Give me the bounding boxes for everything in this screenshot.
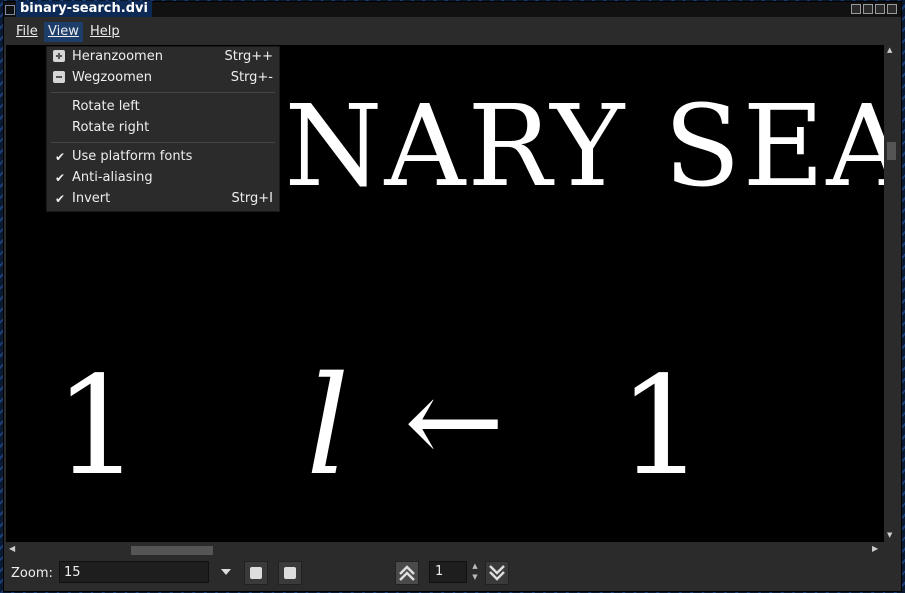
menu-view[interactable]: View	[44, 22, 83, 42]
menu-file[interactable]: File	[12, 22, 42, 42]
vertical-scrollbar[interactable]: ▲ ▼	[884, 45, 899, 542]
page-spinner[interactable]: ▲ ▼	[469, 561, 481, 583]
menu-view-label: View	[48, 24, 79, 39]
menu-item-label: Use platform fonts	[72, 149, 193, 164]
menu-item-label: Anti-aliasing	[72, 170, 153, 185]
window-title: binary-search.dvi	[16, 1, 152, 17]
maximize-button[interactable]	[875, 4, 885, 14]
menu-item-invert[interactable]: ✔ Invert Strg+I	[47, 189, 279, 209]
menu-bar: File View Help	[4, 18, 901, 45]
title-bar[interactable]: binary-search.dvi	[4, 1, 901, 17]
menu-item-label: Invert	[72, 191, 111, 206]
minimize-button[interactable]	[863, 4, 873, 14]
menu-separator	[51, 142, 275, 143]
document-variable: l	[306, 348, 350, 506]
menu-help[interactable]: Help	[86, 22, 124, 42]
scroll-up-icon[interactable]: ▲	[887, 46, 892, 54]
close-button[interactable]	[887, 4, 897, 14]
menu-item-rotate-left[interactable]: Rotate left	[47, 97, 279, 117]
menu-item-label: Heranzoomen	[72, 49, 163, 64]
menu-item-shortcut: Strg++	[224, 49, 273, 64]
app-window: binary-search.dvi File View Help BINARY …	[3, 1, 902, 592]
menu-item-rotate-right[interactable]: Rotate right	[47, 118, 279, 138]
page-number-input[interactable]: 1	[429, 561, 467, 583]
zoom-in-icon	[284, 567, 296, 579]
checkmark-icon: ✔	[55, 192, 66, 206]
menu-item-label: Rotate right	[72, 120, 150, 135]
document-line-number: 1	[54, 348, 141, 506]
scroll-down-icon[interactable]: ▼	[887, 531, 892, 539]
zoom-out-icon	[53, 71, 65, 83]
menu-help-label: Help	[90, 24, 120, 39]
vertical-scroll-thumb[interactable]	[887, 142, 896, 160]
chevron-down-icon	[221, 569, 231, 575]
window-controls	[851, 4, 897, 14]
menu-separator	[51, 92, 275, 93]
menu-item-zoom-in[interactable]: Heranzoomen Strg++	[47, 47, 279, 67]
view-menu-dropdown: Heranzoomen Strg++ Wegzoomen Strg+- Rota…	[46, 46, 280, 212]
scroll-left-icon[interactable]: ◀	[9, 544, 15, 553]
zoom-in-icon	[53, 50, 65, 62]
menu-item-label: Rotate left	[72, 99, 140, 114]
menu-item-shortcut: Strg+I	[231, 191, 273, 206]
checkmark-icon: ✔	[55, 171, 66, 185]
horizontal-scrollbar[interactable]: ◀ ▶	[6, 543, 884, 557]
menu-item-anti-aliasing[interactable]: ✔ Anti-aliasing	[47, 168, 279, 188]
zoom-in-button[interactable]	[278, 561, 302, 585]
scroll-right-icon[interactable]: ▶	[872, 544, 878, 553]
menu-item-zoom-out[interactable]: Wegzoomen Strg+-	[47, 68, 279, 88]
document-value: 1	[618, 348, 705, 506]
zoom-out-icon	[250, 567, 262, 579]
document-arrow: ←	[404, 353, 505, 492]
zoom-out-button[interactable]	[244, 561, 268, 585]
status-bar: Zoom: 15 1 ▲ ▼	[4, 558, 901, 591]
checkmark-icon: ✔	[55, 150, 66, 164]
shade-button[interactable]	[851, 4, 861, 14]
previous-page-button[interactable]	[395, 561, 419, 585]
menu-file-label: File	[16, 24, 38, 39]
zoom-label: Zoom:	[11, 566, 53, 581]
menu-item-platform-fonts[interactable]: ✔ Use platform fonts	[47, 147, 279, 167]
page-down-icon	[489, 565, 505, 581]
horizontal-scroll-thumb[interactable]	[131, 546, 213, 555]
menu-item-label: Wegzoomen	[72, 70, 152, 85]
zoom-input[interactable]: 15	[59, 561, 209, 583]
zoom-dropdown-button[interactable]	[212, 561, 240, 583]
window-menu-icon[interactable]	[5, 5, 15, 15]
menu-item-shortcut: Strg+-	[230, 70, 273, 85]
next-page-button[interactable]	[485, 561, 509, 585]
page-up-icon	[399, 565, 415, 581]
